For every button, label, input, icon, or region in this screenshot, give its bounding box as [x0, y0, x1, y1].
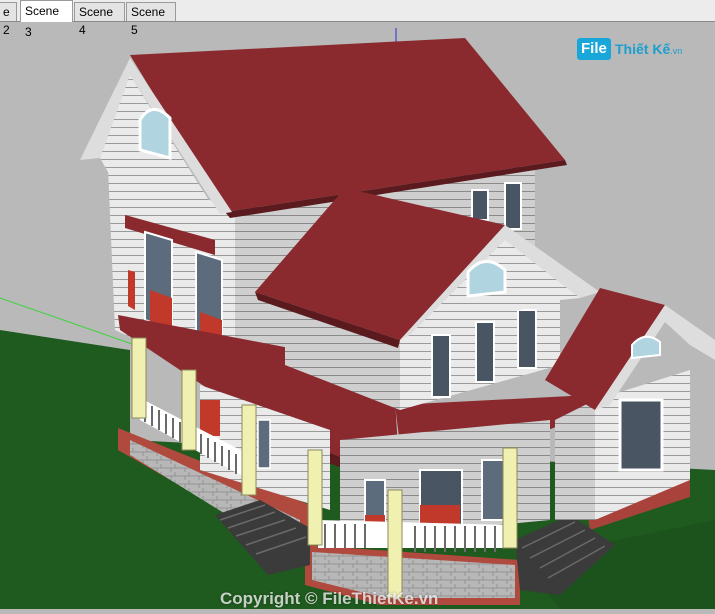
tab-scene-2[interactable]: e 2 — [0, 2, 17, 37]
model-viewport[interactable]: File Thiết Kế.vn Copyright © FileThietKe… — [0, 22, 715, 609]
right-wing-window — [618, 398, 664, 472]
porch-railing-front — [318, 520, 510, 552]
filethietke-logo: File Thiết Kế.vn — [577, 38, 687, 62]
house-model-render — [0, 28, 715, 609]
tab-scene-3[interactable]: Scene 3 — [20, 0, 73, 39]
dormer-arch-window — [466, 260, 507, 298]
grass-ground — [0, 330, 130, 609]
scene-tab-bar: e 2 Scene 3 Scene 4 Scene 5 — [0, 0, 715, 39]
logo-brand-text: Thiết Kế.vn — [615, 41, 683, 57]
tab-scene-4[interactable]: Scene 4 — [74, 2, 125, 37]
copyright-watermark: Copyright © FileThietKe.vn — [220, 589, 439, 608]
main-gable-arch-window — [138, 108, 172, 160]
tab-scene-5[interactable]: Scene 5 — [126, 2, 176, 37]
logo-file-text: File — [577, 38, 611, 60]
